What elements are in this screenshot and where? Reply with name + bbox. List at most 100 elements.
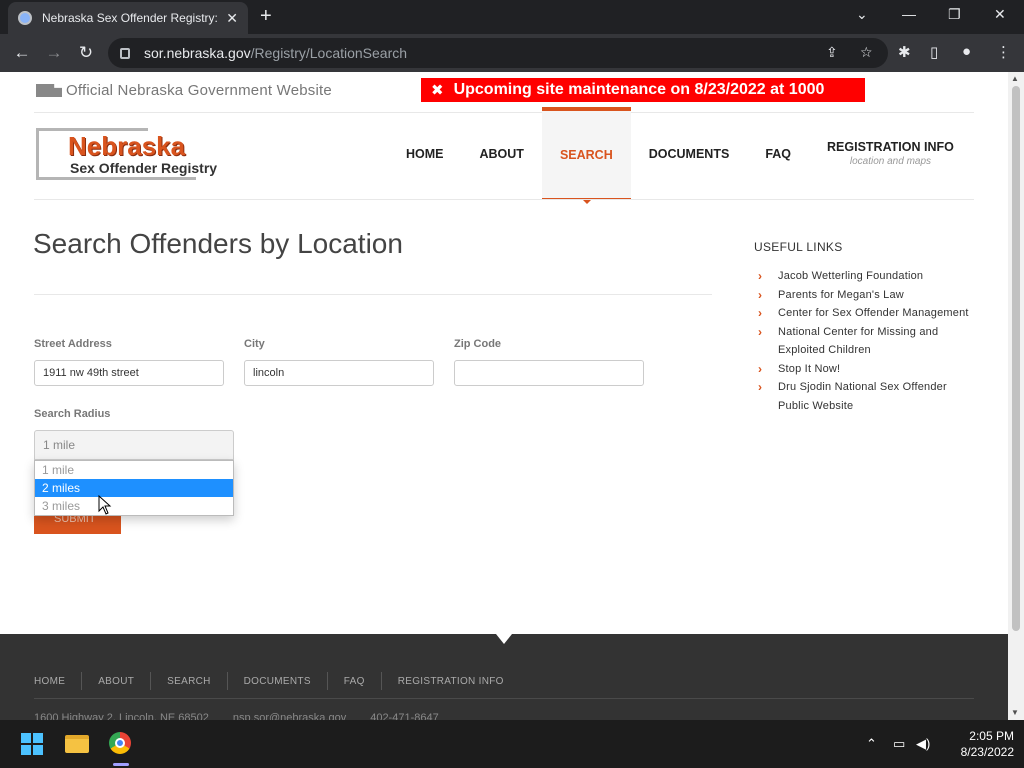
chevron-right-icon: ›	[758, 287, 763, 302]
useful-links-list: › Jacob Wetterling Foundation › Parents fo…	[758, 267, 978, 415]
share-icon[interactable]: ⇪	[826, 44, 838, 61]
chevron-right-icon: ›	[758, 380, 763, 394]
footer-nav-documents[interactable]: DOCUMENTS	[244, 676, 311, 687]
zip-code-input[interactable]	[454, 360, 644, 386]
link-text[interactable]: National Center for Missing and Exploite…	[778, 326, 938, 357]
divider	[380, 672, 382, 690]
active-app-indicator	[113, 763, 129, 766]
divider	[34, 294, 712, 295]
useful-link[interactable]: › Dru Sjodin National Sex Offender Public…	[758, 378, 978, 415]
useful-link[interactable]: › Center for Sex Offender Management	[758, 304, 978, 323]
chevron-right-icon: ›	[758, 306, 763, 320]
nav-label: SEARCH	[559, 147, 613, 162]
footer-email[interactable]: nsp.sor@nebraska.gov	[233, 712, 346, 720]
browser-tab-bar: Nebraska Sex Offender Registry: ✕ + ⌄ — …	[0, 0, 1024, 34]
nav-registration-info[interactable]: REGISTRATION INFO location and maps	[809, 107, 972, 200]
nav-home[interactable]: HOME	[388, 107, 462, 200]
footer-contact: 1600 Highway 2, Lincoln, NE 68502 nsp.so…	[34, 712, 463, 720]
useful-link[interactable]: › Jacob Wetterling Foundation	[758, 267, 978, 286]
chevron-right-icon: ›	[758, 361, 763, 376]
chrome-icon[interactable]	[109, 732, 131, 754]
footer-nav-home[interactable]: HOME	[34, 676, 65, 687]
nav-about[interactable]: ABOUT	[462, 107, 542, 200]
link-text[interactable]: Center for Sex Offender Management	[778, 307, 969, 319]
footer-nav-about[interactable]: ABOUT	[98, 676, 134, 687]
maintenance-text: Upcoming site maintenance on 8/23/2022 a…	[453, 81, 825, 98]
url-path: /Registry/LocationSearch	[250, 45, 408, 61]
footer-nav-registration-info[interactable]: REGISTRATION INFO	[398, 676, 504, 687]
mouse-cursor-icon	[98, 495, 112, 515]
divider	[34, 199, 974, 200]
windows-taskbar: ⌃ ▭ ◀) 2:05 PM 8/23/2022	[0, 720, 1024, 768]
file-explorer-icon[interactable]	[65, 735, 89, 753]
street-address-input[interactable]: 1911 nw 49th street	[34, 360, 224, 386]
nav-search[interactable]: SEARCH	[541, 107, 631, 200]
window-close-icon[interactable]: ✕	[994, 6, 1006, 23]
site-logo[interactable]: Nebraska Sex Offender Registry	[36, 128, 226, 184]
radius-option-highlighted[interactable]: 2 miles	[35, 479, 233, 497]
active-caret-icon	[583, 200, 591, 204]
search-radius-label: Search Radius	[34, 408, 111, 420]
city-label: City	[244, 338, 265, 350]
tab-search-icon[interactable]: ⌄	[856, 6, 868, 23]
site-footer: HOME ABOUT SEARCH DOCUMENTS FAQ REGISTRA…	[0, 634, 1008, 720]
minimize-icon[interactable]: —	[902, 6, 916, 22]
useful-link[interactable]: › Parents for Megan's Law	[758, 286, 978, 305]
profile-icon[interactable]: ●	[962, 43, 971, 60]
link-text[interactable]: Parents for Megan's Law	[778, 289, 904, 301]
close-tab-icon[interactable]: ✕	[226, 10, 238, 27]
globe-icon	[18, 11, 32, 25]
footer-address: 1600 Highway 2, Lincoln, NE 68502	[34, 712, 209, 720]
nav-faq[interactable]: FAQ	[747, 107, 809, 200]
link-text[interactable]: Stop It Now!	[778, 363, 840, 375]
side-panel-icon[interactable]: ▯	[930, 43, 938, 61]
search-radius-select[interactable]: 1 mile	[34, 430, 234, 460]
windows-start-icon[interactable]	[21, 733, 43, 755]
new-tab-icon[interactable]: +	[260, 6, 272, 26]
scroll-up-icon[interactable]: ▲	[1011, 74, 1019, 83]
url-bar[interactable]: sor.nebraska.gov /Registry/LocationSearc…	[108, 38, 888, 68]
footer-nav-search[interactable]: SEARCH	[167, 676, 210, 687]
nav-label: DOCUMENTS	[648, 146, 730, 161]
lock-icon[interactable]	[120, 47, 130, 59]
useful-link[interactable]: › National Center for Missing and Exploit…	[758, 323, 978, 360]
nebraska-flag-icon	[36, 84, 62, 97]
street-address-label: Street Address	[34, 338, 112, 350]
official-site-text: Official Nebraska Government Website	[66, 82, 332, 99]
city-input[interactable]: lincoln	[244, 360, 434, 386]
scroll-down-icon[interactable]: ▼	[1011, 708, 1019, 717]
scrollbar-thumb[interactable]	[1012, 86, 1020, 631]
link-text[interactable]: Dru Sjodin National Sex Offender Public …	[778, 381, 947, 412]
page-scrollbar[interactable]: ▲ ▼	[1008, 72, 1024, 720]
extensions-icon[interactable]: ✱	[898, 43, 911, 61]
browser-tab[interactable]: Nebraska Sex Offender Registry: ✕	[8, 2, 248, 34]
volume-icon[interactable]: ◀)	[916, 736, 930, 752]
useful-links-heading: USEFUL LINKS	[754, 240, 843, 254]
tray-chevron-up-icon[interactable]: ⌃	[866, 736, 877, 752]
page-title: Search Offenders by Location	[33, 228, 403, 259]
network-icon[interactable]: ▭	[893, 736, 905, 752]
footer-notch-icon	[496, 634, 512, 644]
tab-title: Nebraska Sex Offender Registry:	[42, 11, 218, 25]
menu-icon[interactable]: ⋮	[996, 43, 1011, 61]
useful-link[interactable]: › Stop It Now!	[758, 360, 978, 379]
official-site-label: Official Nebraska Government Website	[36, 82, 332, 99]
nav-documents[interactable]: DOCUMENTS	[631, 107, 748, 200]
address-toolbar: ← → ↻ sor.nebraska.gov /Registry/Locatio…	[0, 34, 1024, 72]
clock-date: 8/23/2022	[960, 745, 1014, 759]
back-icon[interactable]: ←	[6, 43, 38, 63]
link-text[interactable]: Jacob Wetterling Foundation	[778, 270, 923, 282]
system-clock[interactable]: 2:05 PM 8/23/2022	[938, 728, 1014, 760]
restore-icon[interactable]: ❐	[948, 6, 961, 23]
reload-icon[interactable]: ↻	[70, 43, 102, 63]
radius-option[interactable]: 1 mile	[35, 461, 233, 479]
nav-label: HOME	[406, 146, 444, 161]
forward-icon[interactable]: →	[38, 43, 70, 63]
nav-sublabel: location and maps	[849, 156, 932, 167]
divider	[326, 672, 328, 690]
radius-option[interactable]: 3 miles	[35, 497, 233, 515]
logo-name: Nebraska	[68, 131, 186, 161]
star-icon[interactable]: ☆	[860, 44, 873, 61]
footer-nav-faq[interactable]: FAQ	[344, 676, 365, 687]
tools-icon: ✖	[431, 82, 444, 99]
